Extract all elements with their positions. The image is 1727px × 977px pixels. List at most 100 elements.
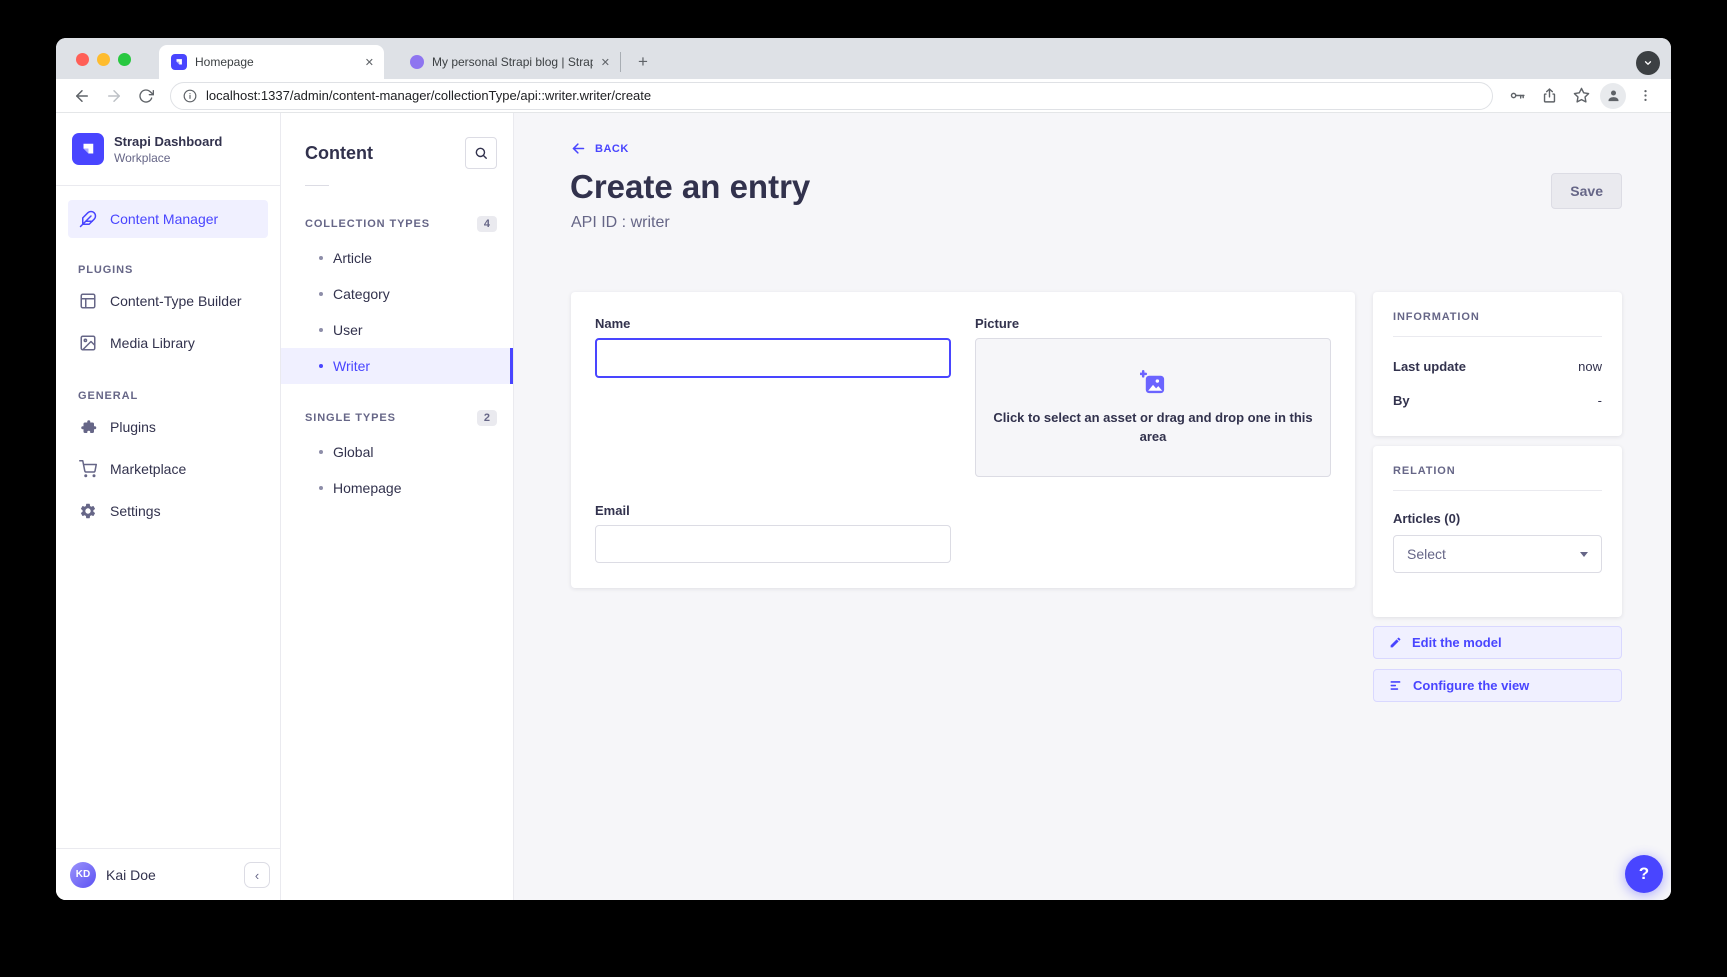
sidebar-section-general: GENERAL Plugins Marketplace	[68, 390, 268, 532]
maximize-window-button[interactable]	[118, 53, 131, 66]
sidebar-item-plugins[interactable]: Plugins	[68, 406, 268, 448]
search-button[interactable]	[465, 137, 497, 169]
name-input[interactable]	[595, 338, 951, 378]
group-header: COLLECTION TYPES 4	[281, 216, 513, 240]
collapse-sidebar-button[interactable]: ‹	[244, 862, 270, 888]
configure-view-button[interactable]: Configure the view	[1373, 669, 1622, 702]
subnav-item-label: Global	[333, 444, 373, 460]
action-label: Configure the view	[1413, 678, 1529, 693]
sidebar-footer: KD Kai Doe ‹	[56, 848, 280, 900]
profile-avatar-icon[interactable]	[1600, 83, 1626, 109]
key-icon[interactable]	[1504, 83, 1530, 109]
tab-homepage[interactable]: Homepage ✕	[159, 45, 384, 79]
blog-favicon-icon	[410, 55, 424, 69]
chevron-down-icon	[1580, 552, 1588, 557]
url-text: localhost:1337/admin/content-manager/col…	[206, 88, 651, 103]
sidebar-item-label: Content Manager	[110, 211, 218, 227]
tab-strip: Homepage ✕ My personal Strapi blog | Str…	[56, 38, 1671, 79]
subnav-item-label: Category	[333, 286, 390, 302]
close-window-button[interactable]	[76, 53, 89, 66]
sidebar-item-content-manager[interactable]: Content Manager	[68, 200, 268, 238]
divider	[1393, 490, 1602, 491]
info-row-last-update: Last update now	[1393, 359, 1602, 374]
subnav-item-category[interactable]: Category	[281, 276, 513, 312]
brand: Strapi Dashboard Workplace	[56, 113, 280, 186]
share-icon[interactable]	[1536, 83, 1562, 109]
information-header: INFORMATION	[1393, 311, 1602, 323]
divider	[305, 185, 329, 186]
group-header: SINGLE TYPES 2	[281, 410, 513, 434]
main-sidebar: Strapi Dashboard Workplace Content Manag…	[56, 113, 281, 900]
section-label: PLUGINS	[68, 264, 268, 280]
subnav-item-article[interactable]: Article	[281, 240, 513, 276]
browser-chevron-down-icon[interactable]	[1636, 51, 1660, 75]
subnav-item-writer[interactable]: Writer	[281, 348, 513, 384]
relation-header: RELATION	[1393, 465, 1602, 477]
entry-form-card: Name Picture	[571, 292, 1355, 588]
feather-pen-icon	[78, 209, 98, 229]
select-placeholder: Select	[1407, 546, 1446, 562]
close-tab-icon[interactable]: ✕	[365, 56, 374, 69]
subnav-item-label: Homepage	[333, 480, 402, 496]
subnav-header: Content	[281, 113, 513, 169]
picture-label: Picture	[975, 316, 1331, 331]
sidebar-item-settings[interactable]: Settings	[68, 490, 268, 532]
subnav-item-global[interactable]: Global	[281, 434, 513, 470]
group-collection-types: COLLECTION TYPES 4 Article Category User…	[281, 216, 513, 384]
user-name: Kai Doe	[106, 867, 156, 883]
window-controls	[76, 53, 131, 66]
strapi-app: Strapi Dashboard Workplace Content Manag…	[56, 113, 1671, 900]
right-panel: INFORMATION Last update now By - RELATIO…	[1373, 292, 1622, 702]
articles-select[interactable]: Select	[1393, 535, 1602, 573]
help-button[interactable]: ?	[1625, 855, 1663, 893]
refresh-icon[interactable]	[133, 83, 159, 109]
subnav-title: Content	[305, 143, 373, 164]
sidebar-item-label: Content-Type Builder	[110, 293, 242, 309]
new-tab-button[interactable]: +	[629, 48, 657, 76]
info-row-by: By -	[1393, 393, 1602, 408]
picture-upload-dropzone[interactable]: Click to select an asset or drag and dro…	[975, 338, 1331, 477]
page-subtitle: API ID : writer	[571, 214, 670, 232]
subnav-item-user[interactable]: User	[281, 312, 513, 348]
information-card: INFORMATION Last update now By -	[1373, 292, 1622, 436]
sidebar-nav: Content Manager PLUGINS Content-Type Bui…	[56, 186, 280, 544]
user-avatar[interactable]: KD	[70, 862, 96, 888]
sidebar-item-label: Settings	[110, 503, 161, 519]
group-label: COLLECTION TYPES	[305, 218, 430, 230]
sidebar-item-media-library[interactable]: Media Library	[68, 322, 268, 364]
subnav-item-label: Writer	[333, 358, 370, 374]
sidebar-item-marketplace[interactable]: Marketplace	[68, 448, 268, 490]
image-plus-icon	[1140, 369, 1167, 396]
action-label: Edit the model	[1412, 635, 1502, 650]
name-label: Name	[595, 316, 951, 331]
upload-hint: Click to select an asset or drag and dro…	[993, 409, 1313, 447]
minimize-window-button[interactable]	[97, 53, 110, 66]
subnav-item-homepage[interactable]: Homepage	[281, 470, 513, 506]
forward-icon[interactable]	[101, 83, 127, 109]
sidebar-item-content-type-builder[interactable]: Content-Type Builder	[68, 280, 268, 322]
info-icon[interactable]	[183, 89, 197, 103]
browser-window: Homepage ✕ My personal Strapi blog | Str…	[56, 38, 1671, 900]
menu-dots-icon[interactable]	[1632, 83, 1658, 109]
info-value: -	[1598, 393, 1602, 408]
gear-icon	[78, 501, 98, 521]
close-tab-icon[interactable]: ✕	[601, 56, 610, 69]
relation-card: RELATION Articles (0) Select	[1373, 446, 1622, 617]
save-button[interactable]: Save	[1551, 173, 1622, 209]
edit-model-button[interactable]: Edit the model	[1373, 626, 1622, 659]
email-input[interactable]	[595, 525, 951, 563]
tab-strapi-blog[interactable]: My personal Strapi blog | Strap ✕	[398, 45, 620, 79]
back-icon[interactable]	[69, 83, 95, 109]
sidebar-item-label: Media Library	[110, 335, 195, 351]
back-arrow-icon	[571, 141, 586, 156]
back-link[interactable]: BACK	[571, 141, 629, 156]
pencil-icon	[1389, 636, 1402, 649]
bookmark-star-icon[interactable]	[1568, 83, 1594, 109]
email-field-group: Email	[595, 503, 951, 563]
address-bar[interactable]: localhost:1337/admin/content-manager/col…	[170, 82, 1493, 110]
info-label: By	[1393, 393, 1410, 408]
back-label: BACK	[595, 143, 629, 155]
puzzle-icon	[78, 417, 98, 437]
strapi-logo-icon	[72, 133, 104, 165]
name-field-group: Name	[595, 316, 951, 477]
